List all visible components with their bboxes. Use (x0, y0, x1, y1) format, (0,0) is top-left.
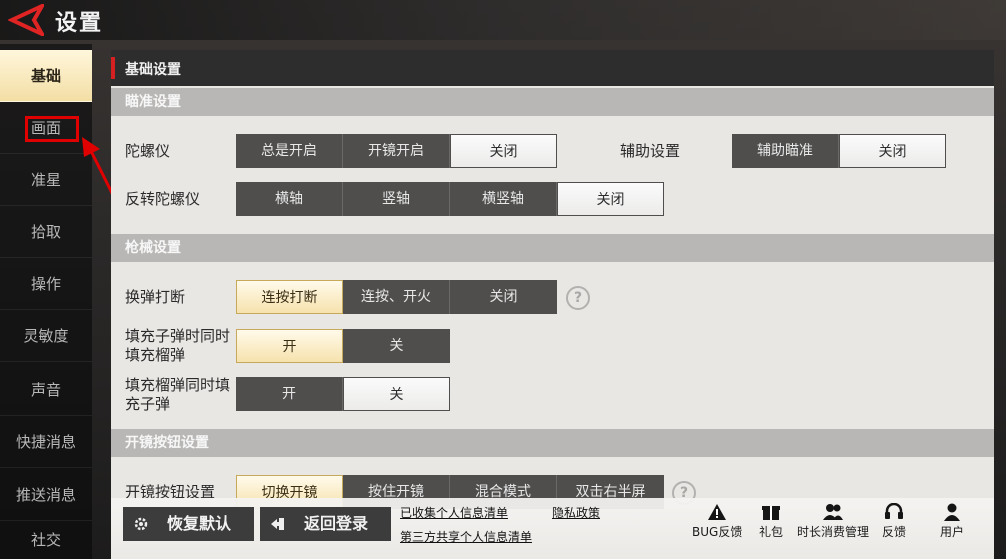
section-weapon-title: 枪械设置 (111, 234, 994, 262)
third-party-info-link[interactable]: 第三方共享个人信息清单 (400, 528, 532, 545)
reverse-gyro-option-both[interactable]: 横竖轴 (450, 182, 557, 216)
fill-grenade-option-on[interactable]: 开 (236, 377, 343, 411)
back-to-login-label: 返回登录 (304, 514, 369, 533)
section-aim-title: 瞄准设置 (111, 88, 994, 116)
bottom-bar: 恢复默认 返回登录 已收集个人信息清单 隐私政策 第三方共享个人信息清单 BUG… (111, 498, 994, 559)
fill-grenade-selector: 开 关 (236, 377, 450, 411)
sidebar-item-controls[interactable]: 操作 (0, 258, 92, 310)
panel-title: 基础设置 (125, 62, 181, 78)
gift-label: 礼包 (758, 525, 783, 539)
header-accent (111, 57, 115, 79)
gyro-label: 陀螺仪 (125, 142, 171, 160)
sidebar-item-crosshair[interactable]: 准星 (0, 154, 92, 206)
sidebar-item-quick-messages[interactable]: 快捷消息 (0, 416, 92, 468)
fill-bullet-label-line2: 填充榴弹 (125, 346, 186, 364)
assist-label: 辅助设置 (620, 142, 681, 160)
reload-option-off[interactable]: 关闭 (450, 280, 557, 314)
user-icon (944, 503, 960, 521)
section-scope-title: 开镜按钮设置 (111, 429, 994, 457)
gyro-option-always[interactable]: 总是开启 (236, 134, 343, 168)
reverse-gyro-label: 反转陀螺仪 (125, 190, 201, 208)
user-label: 用户 (939, 525, 964, 539)
back-arrow-icon (8, 4, 44, 36)
fill-bullet-selector: 开 关 (236, 329, 450, 363)
feedback-button[interactable]: 反馈 (877, 503, 911, 551)
sidebar: 基础 画面 准星 拾取 操作 灵敏度 声音 快捷消息 推送消息 社交 (0, 44, 92, 559)
time-spending-label: 时长消费管理 (796, 525, 869, 539)
restore-default-button[interactable]: 恢复默认 (123, 507, 254, 541)
sidebar-item-basic[interactable]: 基础 (0, 50, 92, 102)
reload-option-tap-fire[interactable]: 连按、开火 (343, 280, 450, 314)
back-to-login-button[interactable]: 返回登录 (260, 507, 391, 541)
page-title: 设置 (55, 11, 104, 36)
people-icon (823, 504, 843, 520)
back-button[interactable] (0, 0, 48, 40)
question-icon[interactable]: ? (566, 286, 590, 310)
sidebar-item-sound[interactable]: 声音 (0, 364, 92, 416)
sidebar-item-pickup[interactable]: 拾取 (0, 206, 92, 258)
fill-grenade-option-off[interactable]: 关 (343, 377, 450, 411)
gyro-selector: 总是开启 开镜开启 关闭 (236, 134, 557, 168)
feedback-label: 反馈 (881, 525, 906, 539)
assist-option-aim[interactable]: 辅助瞄准 (732, 134, 839, 168)
settings-panel: 基础设置 瞄准设置 陀螺仪 总是开启 开镜开启 关闭 辅助设置 辅助瞄准 关闭 … (111, 50, 994, 559)
sidebar-item-push-messages[interactable]: 推送消息 (0, 469, 92, 521)
gift-button[interactable]: 礼包 (753, 503, 789, 551)
gyro-option-scope[interactable]: 开镜开启 (343, 134, 450, 168)
bug-report-label: BUG反馈 (692, 525, 743, 539)
restore-default-label: 恢复默认 (167, 514, 232, 533)
gift-icon (762, 506, 780, 520)
user-button[interactable]: 用户 (935, 503, 969, 551)
fill-grenade-label-line2: 充子弹 (125, 395, 171, 413)
gear-icon (134, 517, 148, 531)
bug-report-button[interactable]: BUG反馈 (692, 503, 742, 551)
reload-interrupt-label: 换弹打断 (125, 288, 186, 306)
fill-bullet-option-on[interactable]: 开 (236, 329, 343, 363)
assist-selector: 辅助瞄准 关闭 (732, 134, 946, 168)
top-bar: 设置 (0, 0, 1006, 40)
fill-bullet-option-off[interactable]: 关 (343, 329, 450, 363)
fill-grenade-label-line1: 填充榴弹同时填 (125, 376, 231, 394)
collected-info-link[interactable]: 已收集个人信息清单 (400, 504, 508, 521)
reverse-gyro-option-vertical[interactable]: 竖轴 (343, 182, 450, 216)
sidebar-item-graphics[interactable]: 画面 (0, 102, 92, 154)
privacy-policy-link[interactable]: 隐私政策 (552, 504, 600, 521)
reverse-gyro-option-horizontal[interactable]: 横轴 (236, 182, 343, 216)
sidebar-item-social[interactable]: 社交 (0, 522, 92, 559)
assist-option-off[interactable]: 关闭 (839, 134, 946, 168)
reverse-gyro-option-off[interactable]: 关闭 (557, 182, 664, 216)
reload-interrupt-selector: 连按打断 连按、开火 关闭 (236, 280, 557, 314)
gyro-option-off[interactable]: 关闭 (450, 134, 557, 168)
headset-icon (885, 503, 903, 519)
logout-icon (271, 518, 284, 530)
time-spending-button[interactable]: 时长消费管理 (795, 503, 871, 551)
fill-bullet-label-line1: 填充子弹时同时 (125, 327, 231, 345)
panel-header: 基础设置 (111, 50, 994, 86)
warning-icon (708, 504, 726, 520)
reload-option-tap[interactable]: 连按打断 (236, 280, 343, 314)
reverse-gyro-selector: 横轴 竖轴 横竖轴 关闭 (236, 182, 664, 216)
sidebar-item-sensitivity[interactable]: 灵敏度 (0, 310, 92, 362)
